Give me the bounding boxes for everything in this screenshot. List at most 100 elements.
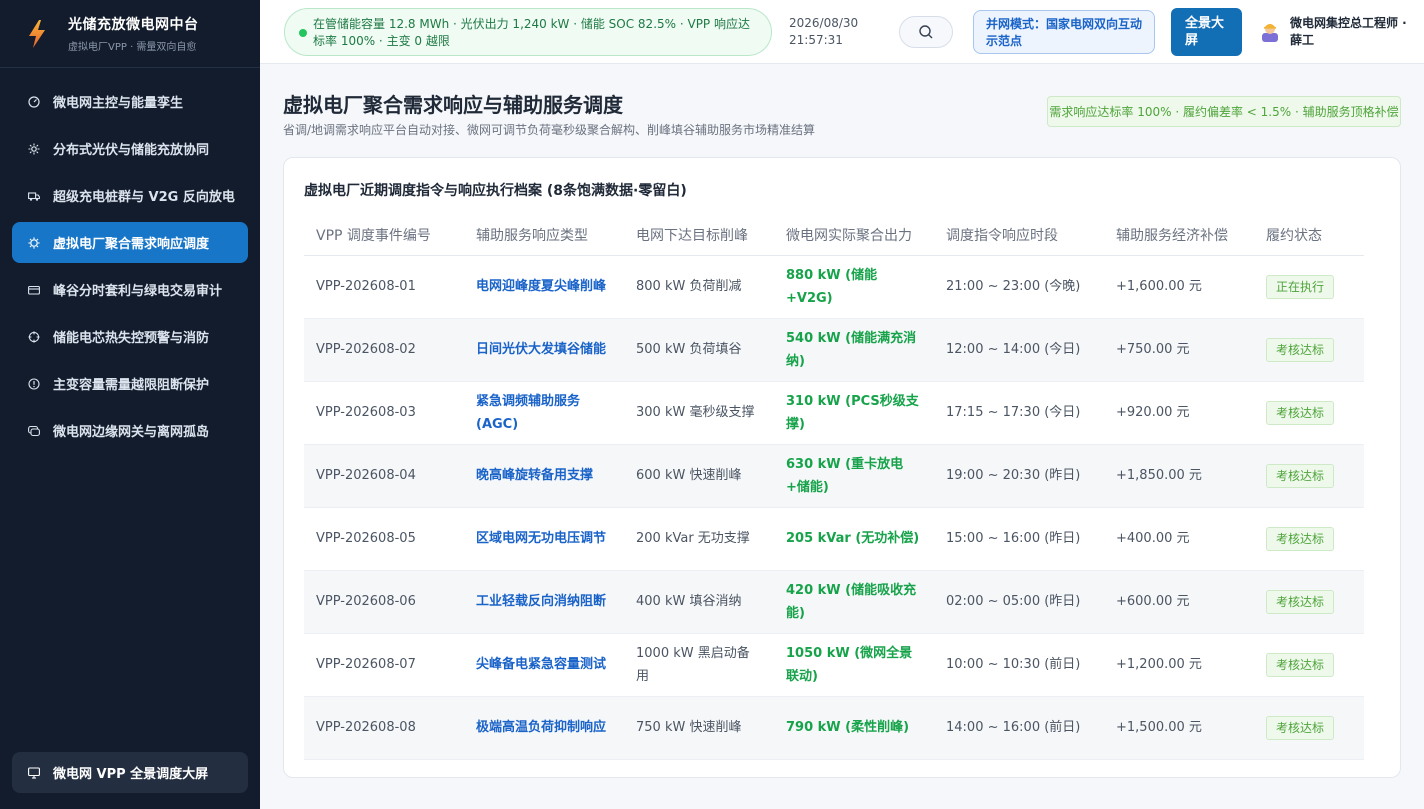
col-header-period: 调度指令响应时段 [934,215,1104,256]
status-dot-icon [299,29,307,37]
sidebar-item-thermal-runaway[interactable]: 储能电芯热失控预警与消防 [12,316,248,357]
cell-event-id: VPP-202608-07 [304,633,464,697]
sidebar-item-energy-twin[interactable]: 微电网主控与能量孪生 [12,81,248,122]
search-button[interactable] [899,16,953,48]
user-name[interactable]: 微电网集控总工程师 · 薛工 [1290,15,1410,49]
cell-status: 考核达标 [1254,633,1364,697]
dispatch-table: VPP 调度事件编号 辅助服务响应类型 电网下达目标削峰 微电网实际聚合出力 调… [304,215,1364,760]
table-row[interactable]: VPP-202608-05 区域电网无功电压调节 200 kVar 无功支撑 2… [304,507,1364,571]
cell-status: 考核达标 [1254,696,1364,760]
alert-icon [28,377,40,390]
col-header-event-id: VPP 调度事件编号 [304,215,464,256]
table-row[interactable]: VPP-202608-03 紧急调频辅助服务 (AGC) 300 kW 毫秒级支… [304,381,1364,445]
cell-period: 12:00 ~ 14:00 (今日) [934,318,1104,382]
truck-icon [28,190,40,202]
col-header-service-type: 辅助服务响应类型 [464,215,624,256]
table-row[interactable]: VPP-202608-07 尖峰备电紧急容量测试 1000 kW 黑启动备用 1… [304,633,1364,697]
cell-period: 02:00 ~ 05:00 (昨日) [934,570,1104,634]
sidebar-item-vpp-dispatch[interactable]: 虚拟电厂聚合需求响应调度 [12,222,248,263]
sidebar-big-screen-link[interactable]: 微电网 VPP 全景调度大屏 [12,752,248,793]
cell-status: 考核达标 [1254,507,1364,571]
cell-service-type-link[interactable]: 日间光伏大发填谷储能 [464,318,624,382]
chat-icon [28,425,40,437]
status-badge: 考核达标 [1266,463,1335,488]
sidebar-item-label: 微电网主控与能量孪生 [53,96,184,111]
big-screen-button[interactable]: 全景大屏 [1171,8,1242,56]
sidebar-item-v2g[interactable]: 超级充电桩群与 V2G 反向放电 [12,175,248,216]
table-row[interactable]: VPP-202608-08 极端高温负荷抑制响应 750 kW 快速削峰 790… [304,696,1364,760]
sidebar-item-label: 微电网边缘网关与离网孤岛 [53,425,210,440]
cell-compensation: +1,850.00 元 [1104,444,1254,508]
cell-actual-output: 1050 kW (微网全景联动) [774,633,934,697]
cell-status: 正在执行 [1254,255,1364,319]
status-badge: 考核达标 [1266,652,1335,677]
cell-event-id: VPP-202608-06 [304,570,464,634]
cell-period: 19:00 ~ 20:30 (昨日) [934,444,1104,508]
cell-period: 15:00 ~ 16:00 (昨日) [934,507,1104,571]
kpi-badge: 需求响应达标率 100% · 履约偏差率 < 1.5% · 辅助服务顶格补偿 [1047,96,1401,127]
cell-event-id: VPP-202608-03 [304,381,464,445]
card-title: 虚拟电厂近期调度指令与响应执行档案 (8条饱满数据·零留白) [304,183,687,199]
dispatch-archive-card: 虚拟电厂近期调度指令与响应执行档案 (8条饱满数据·零留白) VPP 调度事件编… [283,157,1401,778]
monitor-icon [28,766,40,779]
table-row[interactable]: VPP-202608-01 电网迎峰度夏尖峰削峰 800 kW 负荷削减 880… [304,255,1364,319]
status-badge: 考核达标 [1266,715,1335,740]
sidebar-item-label: 储能电芯热失控预警与消防 [53,331,210,346]
cell-compensation: +1,600.00 元 [1104,255,1254,319]
sidebar-item-edge-gateway[interactable]: 微电网边缘网关与离网孤岛 [12,410,248,451]
cell-service-type-link[interactable]: 紧急调频辅助服务 (AGC) [464,381,624,445]
grid-mode-badge: 并网模式：国家电网双向互动示范点 [973,10,1155,54]
date-text: 2026/08/30 [789,16,859,30]
cell-target: 500 kW 负荷填谷 [624,318,774,382]
col-header-status: 履约状态 [1254,215,1364,256]
sidebar: 光储充放微电网中台 虚拟电厂VPP · 需量双向自愈 微电网主控与能量孪生 分布… [0,0,260,809]
cell-event-id: VPP-202608-08 [304,696,464,760]
col-header-target: 电网下达目标削峰 [624,215,774,256]
cell-compensation: +920.00 元 [1104,381,1254,445]
cell-actual-output: 790 kW (柔性削峰) [774,696,934,760]
cell-service-type-link[interactable]: 尖峰备电紧急容量测试 [464,633,624,697]
cell-service-type-link[interactable]: 工业轻载反向消纳阻断 [464,570,624,634]
cell-service-type-link[interactable]: 区域电网无功电压调节 [464,507,624,571]
cell-period: 10:00 ~ 10:30 (前日) [934,633,1104,697]
datetime: 2026/08/30 21:57:31 [789,15,858,49]
status-text: 在管储能容量 12.8 MWh · 光伏出力 1,240 kW · 储能 SOC… [313,17,750,48]
table-row[interactable]: VPP-202608-04 晚高峰旋转备用支撑 600 kW 快速削峰 630 … [304,444,1364,508]
wallet-icon [28,284,40,296]
brand-subtitle: 虚拟电厂VPP · 需量双向自愈 [68,42,197,53]
cell-actual-output: 630 kW (重卡放电+储能) [774,444,934,508]
cell-status: 考核达标 [1254,444,1364,508]
sidebar-item-pv-storage[interactable]: 分布式光伏与储能充放协同 [12,128,248,169]
sidebar-item-label: 峰谷分时套利与绿电交易审计 [53,284,223,299]
brand: 光储充放微电网中台 虚拟电厂VPP · 需量双向自愈 [0,0,260,68]
cell-service-type-link[interactable]: 电网迎峰度夏尖峰削峰 [464,255,624,319]
sidebar-item-demand-protect[interactable]: 主变容量需量越限阻断保护 [12,363,248,404]
table-row[interactable]: VPP-202608-06 工业轻载反向消纳阻断 400 kW 填谷消纳 420… [304,570,1364,634]
cell-status: 考核达标 [1254,570,1364,634]
cell-event-id: VPP-202608-04 [304,444,464,508]
cell-status: 考核达标 [1254,381,1364,445]
crosshair-icon [28,330,40,343]
cell-target: 1000 kW 黑启动备用 [624,633,774,697]
brand-title: 光储充放微电网中台 [68,17,199,33]
status-badge: 正在执行 [1266,274,1335,299]
cell-event-id: VPP-202608-01 [304,255,464,319]
cell-target: 200 kVar 无功支撑 [624,507,774,571]
sidebar-item-label: 主变容量需量越限阻断保护 [53,378,210,393]
cell-service-type-link[interactable]: 极端高温负荷抑制响应 [464,696,624,760]
cell-actual-output: 540 kW (储能满充消纳) [774,318,934,382]
page-title: 虚拟电厂聚合需求响应与辅助服务调度 [283,93,623,117]
cell-target: 750 kW 快速削峰 [624,696,774,760]
cell-actual-output: 420 kW (储能吸收充能) [774,570,934,634]
cell-target: 600 kW 快速削峰 [624,444,774,508]
cell-actual-output: 205 kVar (无功补偿) [774,507,934,571]
avatar-icon[interactable] [1260,21,1280,43]
table-header-row: VPP 调度事件编号 辅助服务响应类型 电网下达目标削峰 微电网实际聚合出力 调… [304,215,1364,256]
table-row[interactable]: VPP-202608-02 日间光伏大发填谷储能 500 kW 负荷填谷 540… [304,318,1364,382]
cell-service-type-link[interactable]: 晚高峰旋转备用支撑 [464,444,624,508]
cell-event-id: VPP-202608-05 [304,507,464,571]
cell-compensation: +600.00 元 [1104,570,1254,634]
cell-target: 400 kW 填谷消纳 [624,570,774,634]
gear-icon [28,236,40,249]
sidebar-item-arbitrage[interactable]: 峰谷分时套利与绿电交易审计 [12,269,248,310]
